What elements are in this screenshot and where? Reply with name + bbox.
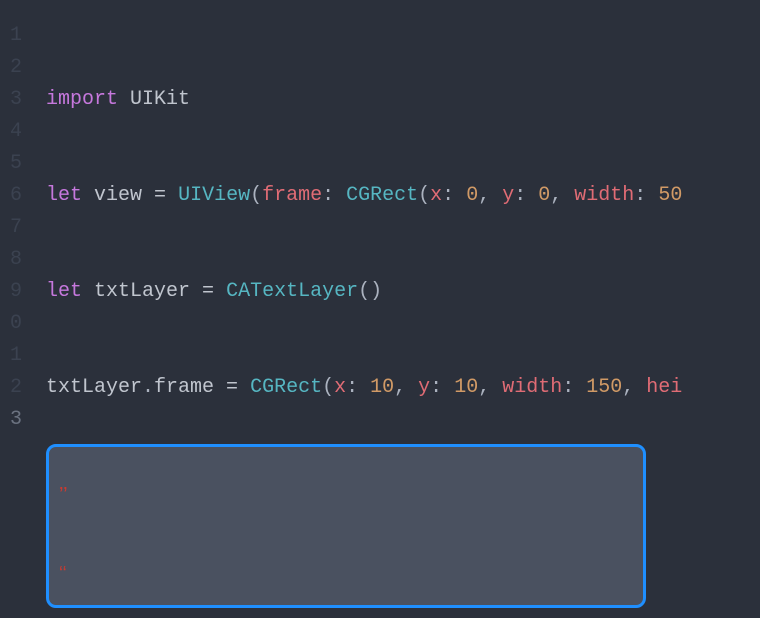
code-line: let view = UIView(frame: CGRect(x: 0, y:… xyxy=(46,180,760,212)
preview-uilabel: ‘‘ xyxy=(59,557,67,589)
preview-text-layer: ’’ xyxy=(59,479,68,511)
live-preview-panel: ’’ ‘‘ xyxy=(46,444,646,608)
code-editor[interactable]: 1 2 3 4 5 6 7 8 9 0 1 2 3 import UIKit l… xyxy=(0,0,760,618)
line-number: 5 xyxy=(0,148,28,180)
line-gutter: 1 2 3 4 5 6 7 8 9 0 1 2 3 xyxy=(0,0,28,618)
line-number: 9 xyxy=(0,276,28,308)
code-line: import UIKit xyxy=(46,84,760,116)
line-number: 0 xyxy=(0,308,28,340)
line-number: 2 xyxy=(0,372,28,404)
line-number: 1 xyxy=(0,20,28,52)
line-number: 2 xyxy=(0,52,28,84)
line-number: 3 xyxy=(0,84,28,116)
code-line: let txtLayer = CATextLayer() xyxy=(46,276,760,308)
line-number: 6 xyxy=(0,180,28,212)
line-number: 4 xyxy=(0,116,28,148)
line-number: 3 xyxy=(0,404,28,436)
code-line: txtLayer.frame = CGRect(x: 10, y: 10, wi… xyxy=(46,372,760,404)
line-number: 7 xyxy=(0,212,28,244)
line-number: 8 xyxy=(0,244,28,276)
line-number: 1 xyxy=(0,340,28,372)
